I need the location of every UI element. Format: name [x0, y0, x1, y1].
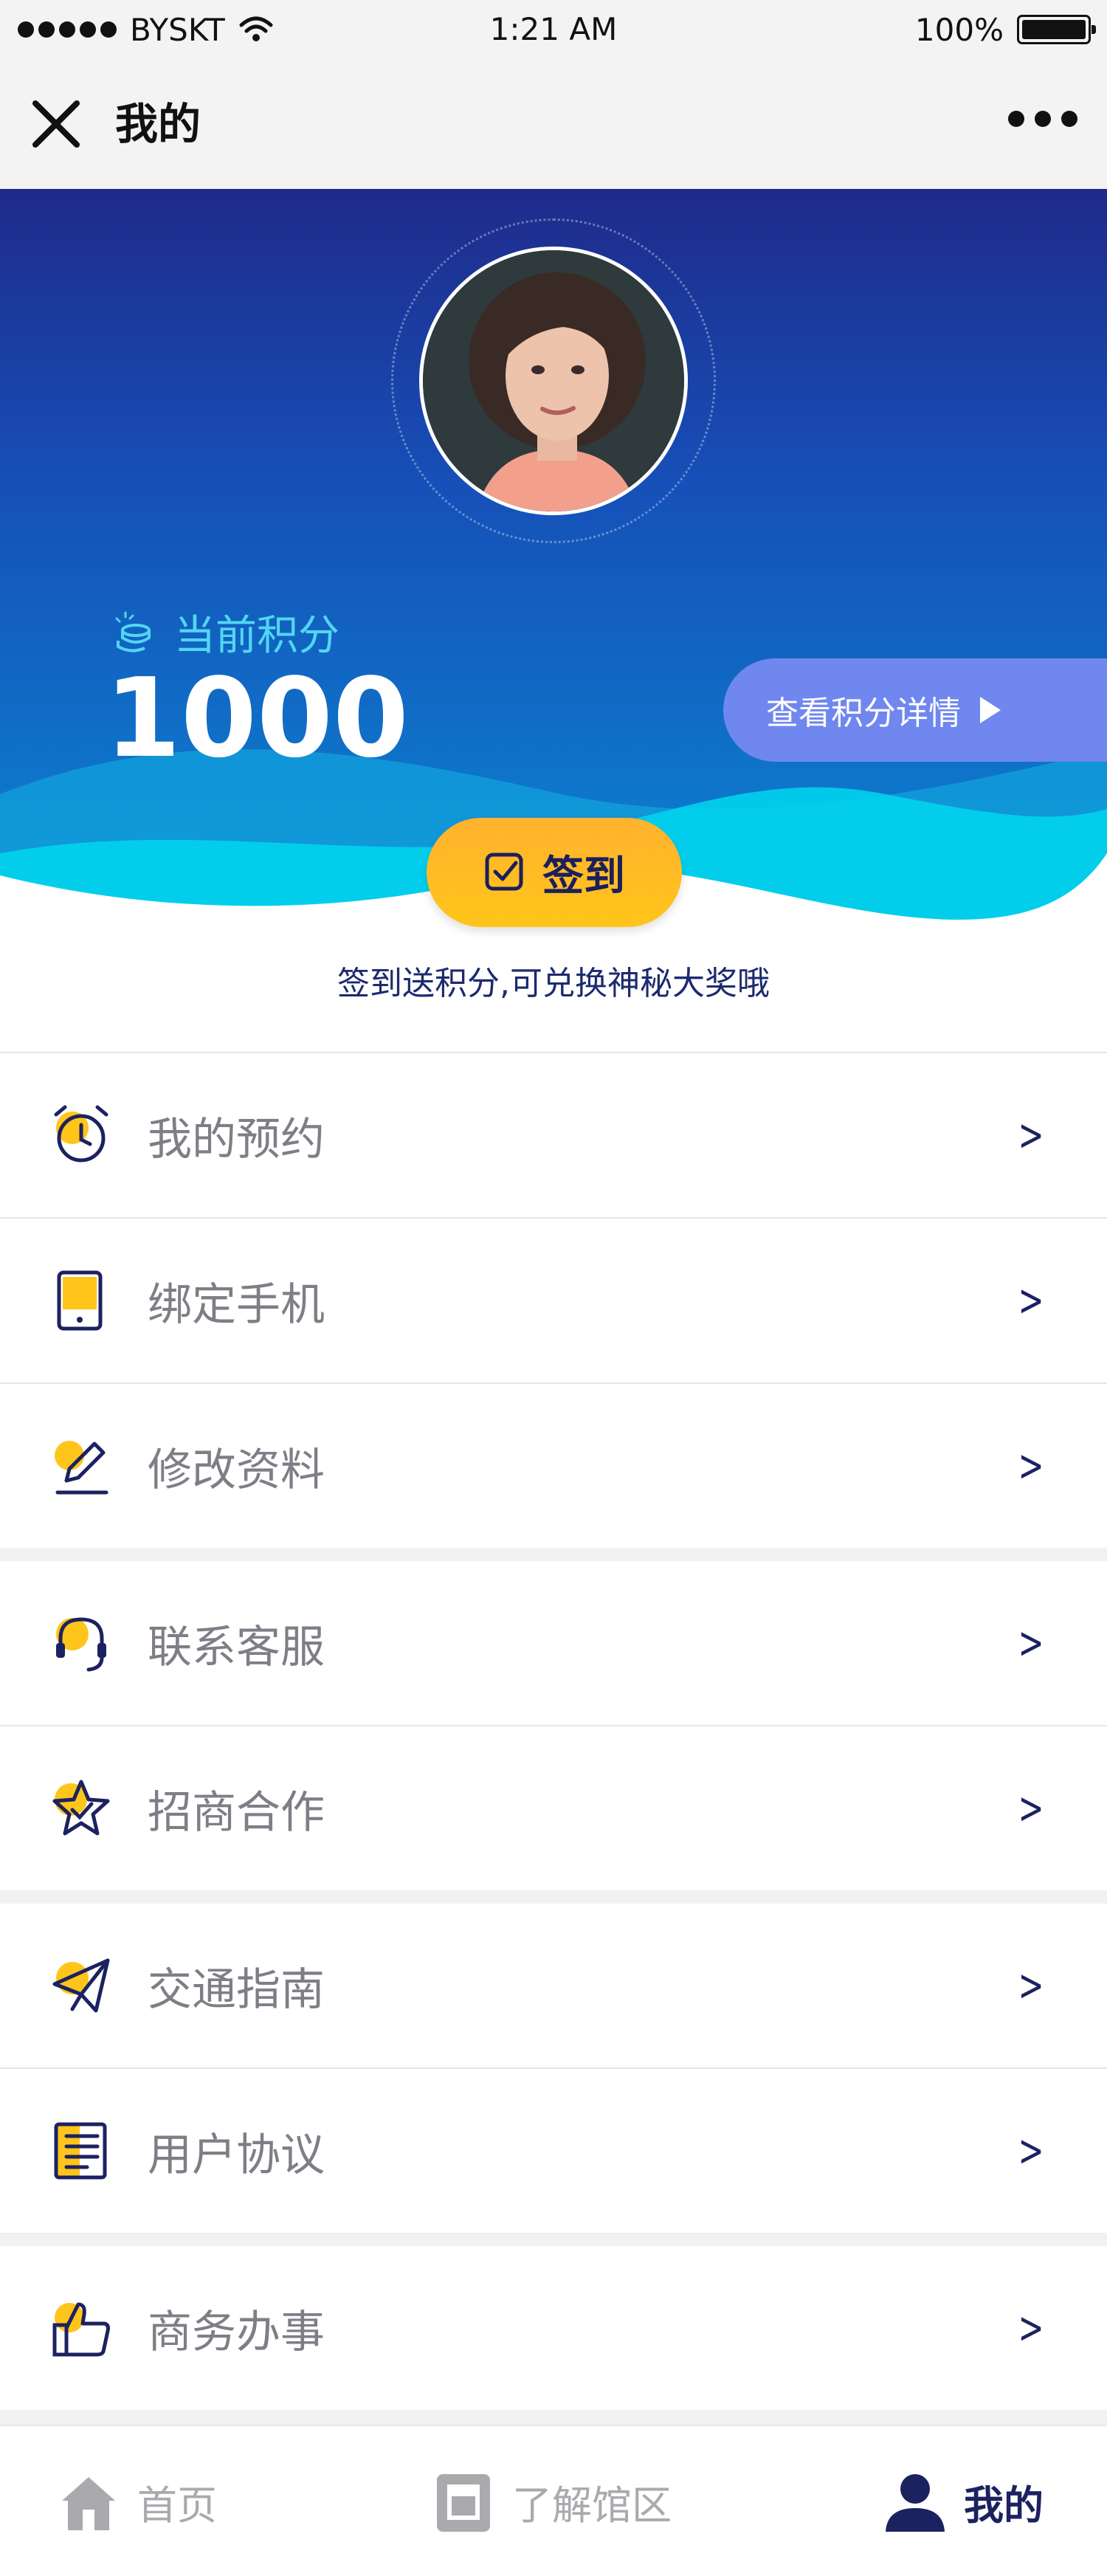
status-right: 100% — [914, 0, 1096, 59]
tab-mine[interactable]: 我的 — [884, 2426, 1044, 2576]
home-icon — [62, 2476, 115, 2530]
checkin-tip: 签到送积分,可兑换神秘大奖哦 — [337, 965, 770, 1002]
chevron-right-icon: > — [1018, 1617, 1044, 1669]
checkin-button[interactable]: 签到 — [427, 818, 682, 927]
chevron-right-icon: > — [1018, 2125, 1044, 2177]
section-gap — [0, 2410, 1107, 2425]
chevron-right-icon: > — [1018, 1275, 1044, 1326]
alarm-clock-icon — [54, 1105, 108, 1163]
section-gap — [0, 1548, 1107, 1561]
play-arrow-icon — [980, 697, 1001, 723]
tab-bar: 首页 了解馆区 我的 — [0, 2425, 1107, 2576]
chevron-right-icon: > — [1018, 1109, 1044, 1161]
menu-item-my-reservations[interactable]: 我的预约 > — [0, 1053, 1107, 1217]
headset-icon — [56, 1617, 106, 1672]
menu-item-business-affairs[interactable]: 商务办事 > — [0, 2246, 1107, 2410]
user-icon — [886, 2473, 945, 2532]
document-list-icon — [54, 2122, 107, 2180]
menu-label: 商务办事 — [148, 2306, 325, 2358]
checkin-label: 签到 — [542, 852, 625, 900]
tab-home[interactable]: 首页 — [58, 2426, 217, 2576]
menu-label: 联系客服 — [148, 1621, 325, 1673]
menu-item-customer-service[interactable]: 联系客服 > — [0, 1561, 1107, 1725]
menu-item-bind-phone[interactable]: 绑定手机 > — [0, 1219, 1107, 1382]
checkbox-icon — [485, 853, 523, 891]
menu-label: 绑定手机 — [148, 1278, 325, 1331]
status-bar: BYSKT 1:21 AM 100% — [0, 0, 1107, 59]
menu-item-edit-profile[interactable]: 修改资料 > — [0, 1384, 1107, 1548]
menu-label: 修改资料 — [148, 1444, 325, 1496]
menu-label: 我的预约 — [148, 1113, 325, 1165]
points-value: 1000 — [105, 655, 409, 782]
nav-bar: 我的 — [0, 59, 1107, 189]
edit-icon — [55, 1441, 108, 1495]
view-points-detail-label: 查看积分详情 — [766, 695, 961, 732]
view-points-detail-button[interactable]: 查看积分详情 — [723, 658, 1107, 762]
page-title: 我的 — [115, 99, 201, 149]
menu-item-transport-guide[interactable]: 交通指南 > — [0, 1904, 1107, 2067]
section-gap — [0, 2233, 1107, 2246]
menu-item-business-cooperation[interactable]: 招商合作 > — [0, 1726, 1107, 1890]
chevron-right-icon: > — [1018, 2302, 1044, 2354]
chevron-right-icon: > — [1018, 1783, 1044, 1834]
tab-label: 首页 — [137, 2482, 217, 2529]
battery-icon — [1017, 15, 1096, 44]
profile-hero: 当前积分 1000 查看积分详情 — [0, 189, 1107, 927]
more-icon[interactable] — [1008, 111, 1077, 127]
points-label-group: 当前积分 — [109, 602, 339, 661]
menu-item-user-agreement[interactable]: 用户协议 > — [0, 2069, 1107, 2233]
tab-explore-venue[interactable]: 了解馆区 — [432, 2426, 672, 2576]
menu-label: 用户协议 — [148, 2129, 325, 2181]
menu-label: 招商合作 — [148, 1786, 325, 1839]
avatar[interactable] — [419, 247, 688, 515]
points-label: 当前积分 — [174, 611, 339, 660]
star-icon — [52, 1780, 110, 1836]
tab-label: 了解馆区 — [512, 2482, 672, 2529]
phone-icon — [57, 1270, 103, 1331]
menu-label: 交通指南 — [148, 1963, 325, 2016]
tab-label: 我的 — [964, 2482, 1044, 2529]
thumbs-up-icon — [52, 2302, 110, 2357]
section-gap — [0, 1890, 1107, 1904]
battery-percent: 100% — [914, 11, 1004, 48]
chevron-right-icon: > — [1018, 1440, 1044, 1492]
coins-icon — [115, 611, 151, 652]
paper-plane-icon — [52, 1958, 110, 2013]
chevron-right-icon: > — [1018, 1960, 1044, 2011]
book-icon — [437, 2473, 490, 2532]
close-icon[interactable] — [27, 94, 86, 154]
